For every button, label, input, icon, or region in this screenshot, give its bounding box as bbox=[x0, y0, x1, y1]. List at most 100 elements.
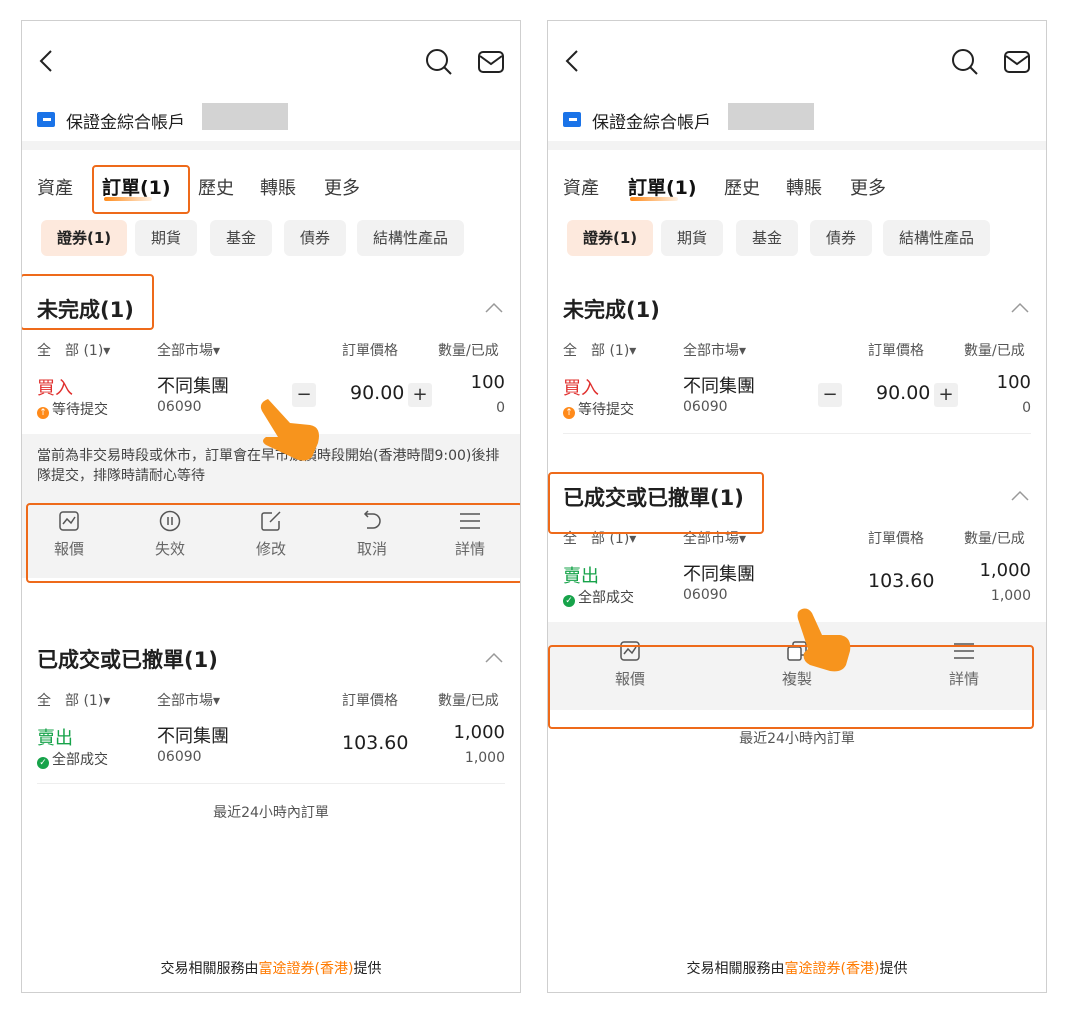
filter-all[interactable]: 全 部 (1)▾ bbox=[563, 340, 636, 360]
chip-funds[interactable]: 基金 bbox=[210, 220, 273, 256]
service-credit: 交易相關服務由富途證券(香港)提供 bbox=[686, 961, 908, 977]
tab-history[interactable]: 歷史 bbox=[724, 174, 760, 200]
done-title: 已成交或已撤單(1) bbox=[563, 486, 744, 510]
chevron-up-icon[interactable] bbox=[1011, 302, 1029, 313]
chip-futures[interactable]: 期貨 bbox=[661, 220, 724, 256]
order-status: ✓ 全部成交 bbox=[563, 587, 634, 607]
top-bar bbox=[548, 21, 1046, 103]
account-selector[interactable]: 保證金綜合帳戶 bbox=[548, 103, 1046, 141]
chip-securities[interactable]: 證券(1) bbox=[567, 220, 654, 256]
tab-more[interactable]: 更多 bbox=[324, 174, 360, 200]
chevron-up-icon[interactable] bbox=[485, 302, 503, 313]
tab-history[interactable]: 歷史 bbox=[198, 174, 234, 200]
account-name: 保證金綜合帳戶 bbox=[592, 113, 711, 133]
chevron-up-icon[interactable] bbox=[1011, 490, 1029, 501]
account-icon bbox=[37, 112, 55, 127]
chip-securities[interactable]: 證券(1) bbox=[41, 220, 128, 256]
col-price: 訂單價格 bbox=[342, 343, 398, 359]
account-selector[interactable]: 保證金綜合帳戶 bbox=[22, 103, 520, 141]
filter-market[interactable]: 全部市場▾ bbox=[683, 340, 746, 360]
order-qty: 100 bbox=[996, 372, 1031, 393]
col-price: 訂單價格 bbox=[342, 693, 398, 709]
quote-button[interactable]: 報價 bbox=[595, 640, 665, 689]
tap-hand-icon bbox=[260, 399, 319, 461]
broker-link[interactable]: 富途證券(香港) bbox=[259, 961, 354, 977]
quote-button[interactable]: 報價 bbox=[34, 510, 104, 559]
order-price: 103.60 bbox=[868, 570, 935, 592]
account-icon bbox=[563, 112, 581, 127]
account-number-mask bbox=[728, 103, 814, 130]
tab-orders[interactable]: 訂單(1) bbox=[102, 173, 171, 200]
cancel-order-button[interactable]: 取消 bbox=[337, 510, 407, 559]
chart-icon bbox=[620, 641, 640, 661]
chip-bonds[interactable]: 債券 bbox=[810, 220, 873, 256]
tab-orders[interactable]: 訂單(1) bbox=[628, 173, 697, 200]
col-qty: 數量/已成 bbox=[438, 693, 499, 709]
search-icon[interactable] bbox=[425, 48, 453, 76]
row-divider bbox=[37, 783, 505, 784]
tab-transfer[interactable]: 轉賬 bbox=[260, 174, 296, 200]
order-side: 賣出 bbox=[563, 566, 599, 587]
price-increment-button[interactable]: + bbox=[934, 383, 958, 407]
pending-column-header: 全 部 (1)▾ 全部市場▾ 訂單價格 數量/已成 bbox=[22, 332, 520, 368]
tab-transfer[interactable]: 轉賬 bbox=[786, 174, 822, 200]
chip-bonds[interactable]: 債券 bbox=[284, 220, 347, 256]
chevron-up-icon[interactable] bbox=[485, 652, 503, 663]
top-bar bbox=[22, 21, 520, 103]
tab-bar: 資產 訂單(1) 歷史 轉賬 更多 bbox=[548, 150, 1046, 220]
table-row[interactable]: 賣出 ✓ 全部成交 不同集團 06090 103.60 1,000 1,000 bbox=[22, 718, 520, 784]
mail-icon[interactable] bbox=[477, 50, 505, 74]
undo-icon bbox=[363, 510, 381, 529]
row-divider bbox=[563, 433, 1031, 434]
chip-futures[interactable]: 期貨 bbox=[135, 220, 198, 256]
filter-all[interactable]: 全 部 (1)▾ bbox=[563, 528, 636, 548]
details-button[interactable]: 詳情 bbox=[435, 510, 505, 559]
done-section-header[interactable]: 已成交或已撤單(1) bbox=[548, 468, 1046, 520]
back-arrow-icon[interactable] bbox=[36, 49, 60, 73]
pending-title: 未完成(1) bbox=[563, 298, 660, 322]
tab-bar: 資產 訂單(1) 歷史 轉賬 更多 bbox=[22, 150, 520, 220]
tab-more[interactable]: 更多 bbox=[850, 174, 886, 200]
phone-screen-left: 保證金綜合帳戶 資產 訂單(1) 歷史 轉賬 更多 證券(1) 期貨 基金 債券… bbox=[21, 20, 521, 993]
broker-link[interactable]: 富途證券(香港) bbox=[785, 961, 880, 977]
filter-market[interactable]: 全部市場▾ bbox=[683, 528, 746, 548]
account-number-mask bbox=[202, 103, 288, 130]
order-filled: 1,000 bbox=[990, 588, 1031, 604]
filter-all[interactable]: 全 部 (1)▾ bbox=[37, 690, 110, 710]
details-button[interactable]: 詳情 bbox=[929, 640, 999, 689]
filter-all[interactable]: 全 部 (1)▾ bbox=[37, 340, 110, 360]
filter-market[interactable]: 全部市場▾ bbox=[157, 340, 220, 360]
invalidate-button[interactable]: 失效 bbox=[135, 510, 205, 559]
pending-status-icon: ↑ bbox=[563, 407, 575, 419]
back-arrow-icon[interactable] bbox=[562, 49, 586, 73]
done-column-header: 全 部 (1)▾ 全部市場▾ 訂單價格 數量/已成 bbox=[548, 520, 1046, 556]
order-side: 買入 bbox=[563, 378, 599, 399]
search-icon[interactable] bbox=[951, 48, 979, 76]
col-qty: 數量/已成 bbox=[964, 343, 1025, 359]
tab-assets[interactable]: 資產 bbox=[563, 174, 599, 200]
filter-market[interactable]: 全部市場▾ bbox=[157, 690, 220, 710]
product-chips: 證券(1) 期貨 基金 債券 結構性產品 bbox=[548, 220, 1046, 280]
pending-section-header[interactable]: 未完成(1) bbox=[22, 280, 520, 332]
recent-orders-note: 最近24小時內訂單 bbox=[213, 805, 329, 821]
mail-icon[interactable] bbox=[1003, 50, 1031, 74]
modify-button[interactable]: 修改 bbox=[236, 510, 306, 559]
order-qty: 100 bbox=[470, 372, 505, 393]
order-filled: 0 bbox=[496, 400, 505, 416]
price-decrement-button[interactable]: − bbox=[818, 383, 842, 407]
divider bbox=[548, 141, 1046, 150]
col-price: 訂單價格 bbox=[868, 343, 924, 359]
check-icon: ✓ bbox=[563, 595, 575, 607]
done-section-header[interactable]: 已成交或已撤單(1) bbox=[22, 630, 520, 682]
order-filled: 0 bbox=[1022, 400, 1031, 416]
price-increment-button[interactable]: + bbox=[408, 383, 432, 407]
done-column-header: 全 部 (1)▾ 全部市場▾ 訂單價格 數量/已成 bbox=[22, 682, 520, 718]
chip-funds[interactable]: 基金 bbox=[736, 220, 799, 256]
chip-structured[interactable]: 結構性產品 bbox=[883, 220, 991, 256]
pending-section-header[interactable]: 未完成(1) bbox=[548, 280, 1046, 332]
chip-structured[interactable]: 結構性產品 bbox=[357, 220, 465, 256]
tab-assets[interactable]: 資產 bbox=[37, 174, 73, 200]
table-row[interactable]: 買入 ↑ 等待提交 不同集團 06090 − 90.00 + 100 0 bbox=[548, 368, 1046, 434]
